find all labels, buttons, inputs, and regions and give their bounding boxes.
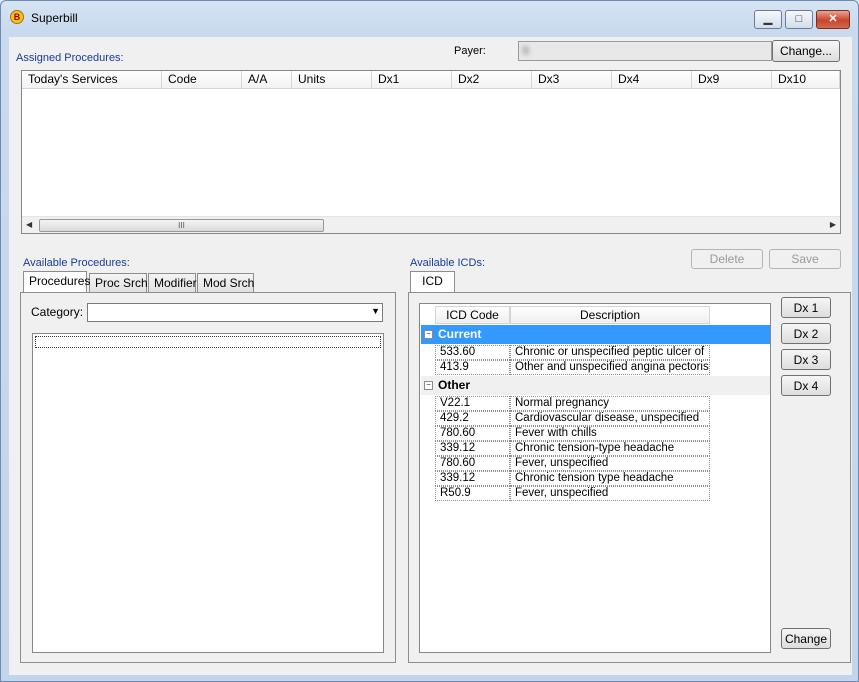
icd-desc-cell[interactable]: Fever, unspecified <box>510 456 710 471</box>
group-row-current[interactable]: − Current <box>421 325 770 344</box>
superbill-window: B Superbill ▁ □ ✕ Assigned Procedures: P… <box>0 0 859 682</box>
icd-code-cell[interactable]: 339.12 <box>435 441 510 456</box>
column-header[interactable]: Dx10 <box>772 71 840 89</box>
change-payer-button[interactable]: Change... <box>772 40 840 62</box>
tab-modifier[interactable]: Modifier <box>148 273 197 292</box>
icd-desc-cell[interactable]: Normal pregnancy <box>510 396 710 411</box>
column-header[interactable]: Dx2 <box>452 71 532 89</box>
payer-label: Payer: <box>454 45 486 57</box>
delete-button[interactable]: Delete <box>691 249 763 269</box>
icd-desc-cell[interactable]: Other and unspecified angina pectoris <box>510 360 710 375</box>
icd-code-cell[interactable]: 413.9 <box>435 360 510 375</box>
client-area: Assigned Procedures: Payer: S Change... … <box>9 37 852 675</box>
icd-code-cell[interactable]: 780.60 <box>435 426 510 441</box>
icd-code-cell[interactable]: V22.1 <box>435 396 510 411</box>
category-label: Category: <box>31 305 84 319</box>
icd-code-cell[interactable]: 533.60 <box>435 345 510 360</box>
assigned-procedures-label: Assigned Procedures: <box>16 52 124 64</box>
category-select[interactable]: ▼ <box>87 303 383 322</box>
icd-code-cell[interactable]: 780.60 <box>435 456 510 471</box>
column-header[interactable]: A/A <box>242 71 292 89</box>
icd-desc-cell[interactable]: Chronic tension type headache <box>510 471 710 486</box>
tab-proc-srch[interactable]: Proc Srch <box>89 273 148 292</box>
dx3-button[interactable]: Dx 3 <box>781 349 831 370</box>
window-title: Superbill <box>31 11 78 25</box>
dx4-button[interactable]: Dx 4 <box>781 375 831 396</box>
chevron-down-icon[interactable]: ▼ <box>371 306 380 316</box>
assigned-procedures-grid[interactable]: Today's Services Code A/A Units Dx1 Dx2 … <box>21 70 841 234</box>
scroll-left-icon[interactable]: ◀ <box>26 220 32 229</box>
column-header[interactable]: Dx3 <box>532 71 612 89</box>
minimize-icon: ▁ <box>763 13 773 25</box>
payer-value: S <box>522 45 530 57</box>
change-icd-button[interactable]: Change <box>781 628 831 649</box>
superbill-app-icon: B <box>10 10 24 24</box>
maximize-icon: □ <box>795 13 803 25</box>
dx1-button[interactable]: Dx 1 <box>781 297 831 318</box>
description-header[interactable]: Description <box>510 306 710 324</box>
close-icon: ✕ <box>828 13 838 25</box>
minimize-button[interactable]: ▁ <box>754 10 782 29</box>
icd-code-cell[interactable]: 429.2 <box>435 411 510 426</box>
group-name: Current <box>438 327 482 341</box>
tab-procedures[interactable]: Procedures <box>23 271 90 292</box>
available-icds-label: Available ICDs: <box>410 257 485 269</box>
icd-desc-cell[interactable]: Fever, unspecified <box>510 486 710 501</box>
tab-mod-srch[interactable]: Mod Srch <box>197 273 254 292</box>
payer-field[interactable]: S <box>518 41 772 61</box>
group-row-other[interactable]: − Other <box>421 376 770 395</box>
column-header[interactable]: Units <box>292 71 372 89</box>
icd-tree[interactable]: ICD Code Description − Current 533.60 Ch… <box>419 303 771 653</box>
tab-icd[interactable]: ICD <box>410 271 455 292</box>
collapse-icon[interactable]: − <box>424 330 433 339</box>
list-focus-item[interactable] <box>35 336 381 348</box>
column-header[interactable]: Code <box>162 71 242 89</box>
icd-desc-cell[interactable]: Cardiovascular disease, unspecified <box>510 411 710 426</box>
column-header[interactable]: Dx9 <box>692 71 772 89</box>
save-button[interactable]: Save <box>769 249 841 269</box>
column-header[interactable]: Today's Services <box>22 71 162 89</box>
column-header[interactable]: Dx4 <box>612 71 692 89</box>
close-button[interactable]: ✕ <box>816 10 850 29</box>
title-bar: B Superbill ▁ □ ✕ <box>1 1 858 31</box>
procedures-list[interactable] <box>32 333 384 653</box>
icd-code-cell[interactable]: R50.9 <box>435 486 510 501</box>
tree-gutter <box>420 304 435 652</box>
icd-desc-cell[interactable]: Chronic tension-type headache <box>510 441 710 456</box>
icd-desc-cell[interactable]: Fever with chills <box>510 426 710 441</box>
scroll-right-icon[interactable]: ▶ <box>830 220 836 229</box>
icd-code-header[interactable]: ICD Code <box>435 306 510 324</box>
icd-desc-cell[interactable]: Chronic or unspecified peptic ulcer of <box>510 345 710 360</box>
icd-code-cell[interactable]: 339.12 <box>435 471 510 486</box>
maximize-button[interactable]: □ <box>785 10 813 29</box>
group-name: Other <box>438 378 471 392</box>
collapse-icon[interactable]: − <box>424 381 433 390</box>
available-procedures-label: Available Procedures: <box>23 257 130 269</box>
scroll-thumb[interactable]: III <box>39 219 324 232</box>
horizontal-scrollbar[interactable]: ◀ III ▶ <box>22 216 840 233</box>
column-header[interactable]: Dx1 <box>372 71 452 89</box>
dx2-button[interactable]: Dx 2 <box>781 323 831 344</box>
